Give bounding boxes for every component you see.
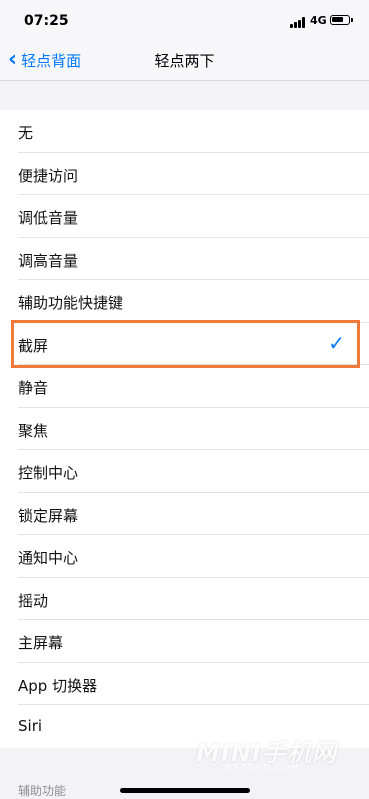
option-row[interactable]: 聚焦 bbox=[0, 407, 369, 450]
battery-icon bbox=[330, 15, 350, 25]
battery-tip bbox=[351, 18, 353, 22]
option-row[interactable]: 控制中心 bbox=[0, 450, 369, 493]
section-spacer bbox=[0, 81, 369, 110]
option-row[interactable]: 截屏 ✓ bbox=[0, 322, 369, 365]
option-row[interactable]: 辅助功能快捷键 bbox=[0, 280, 369, 323]
option-row[interactable]: 调高音量 bbox=[0, 237, 369, 280]
option-label: 聚焦 bbox=[18, 421, 49, 440]
option-label: 锁定屏幕 bbox=[18, 506, 79, 525]
option-label: 截屏 bbox=[18, 336, 49, 355]
option-label: App 切换器 bbox=[18, 676, 98, 695]
network-type: 4G bbox=[310, 14, 327, 27]
option-row[interactable]: 便捷访问 bbox=[0, 152, 369, 195]
battery-level bbox=[332, 17, 343, 22]
option-row[interactable]: 主屏幕 bbox=[0, 620, 369, 663]
option-label: 调高音量 bbox=[18, 251, 79, 270]
option-label: 调低音量 bbox=[18, 209, 79, 227]
option-label: 控制中心 bbox=[18, 464, 79, 482]
option-row[interactable]: 静音 bbox=[0, 365, 369, 408]
section-label-accessibility: 辅助功能 bbox=[18, 784, 67, 798]
option-row[interactable]: 调低音量 bbox=[0, 195, 369, 238]
watermark-sub: NETDEO.COM bbox=[226, 763, 301, 772]
cellular-signal-icon bbox=[290, 17, 308, 28]
checkmark-icon: ✓ bbox=[328, 330, 345, 355]
options-list: 无便捷访问调低音量调高音量辅助功能快捷键 截屏 ✓ 静音聚焦控制中心锁定屏幕通知中心摇… bbox=[0, 110, 369, 748]
option-label: Siri bbox=[18, 717, 43, 735]
option-row[interactable]: 无 bbox=[0, 110, 369, 153]
page-title: 轻点两下 bbox=[154, 52, 215, 70]
option-row[interactable]: 锁定屏幕 bbox=[0, 492, 369, 535]
status-time: 07:25 bbox=[24, 13, 69, 29]
option-label: 便捷访问 bbox=[18, 166, 79, 185]
option-row[interactable]: App 切换器 bbox=[0, 662, 369, 705]
option-row[interactable]: 摇动 bbox=[0, 577, 369, 620]
option-row[interactable]: 通知中心 bbox=[0, 535, 369, 578]
option-label: 静音 bbox=[18, 379, 49, 397]
option-label: 摇动 bbox=[18, 591, 49, 610]
navigation-bar: ‹ 轻点背面 轻点两下 bbox=[0, 42, 369, 81]
home-indicator bbox=[120, 788, 250, 793]
option-label: 通知中心 bbox=[18, 549, 79, 567]
option-label: 辅助功能快捷键 bbox=[18, 294, 124, 312]
status-bar: 07:25 4G bbox=[0, 0, 369, 42]
option-label: 主屏幕 bbox=[18, 634, 64, 652]
option-label: 无 bbox=[18, 124, 34, 142]
